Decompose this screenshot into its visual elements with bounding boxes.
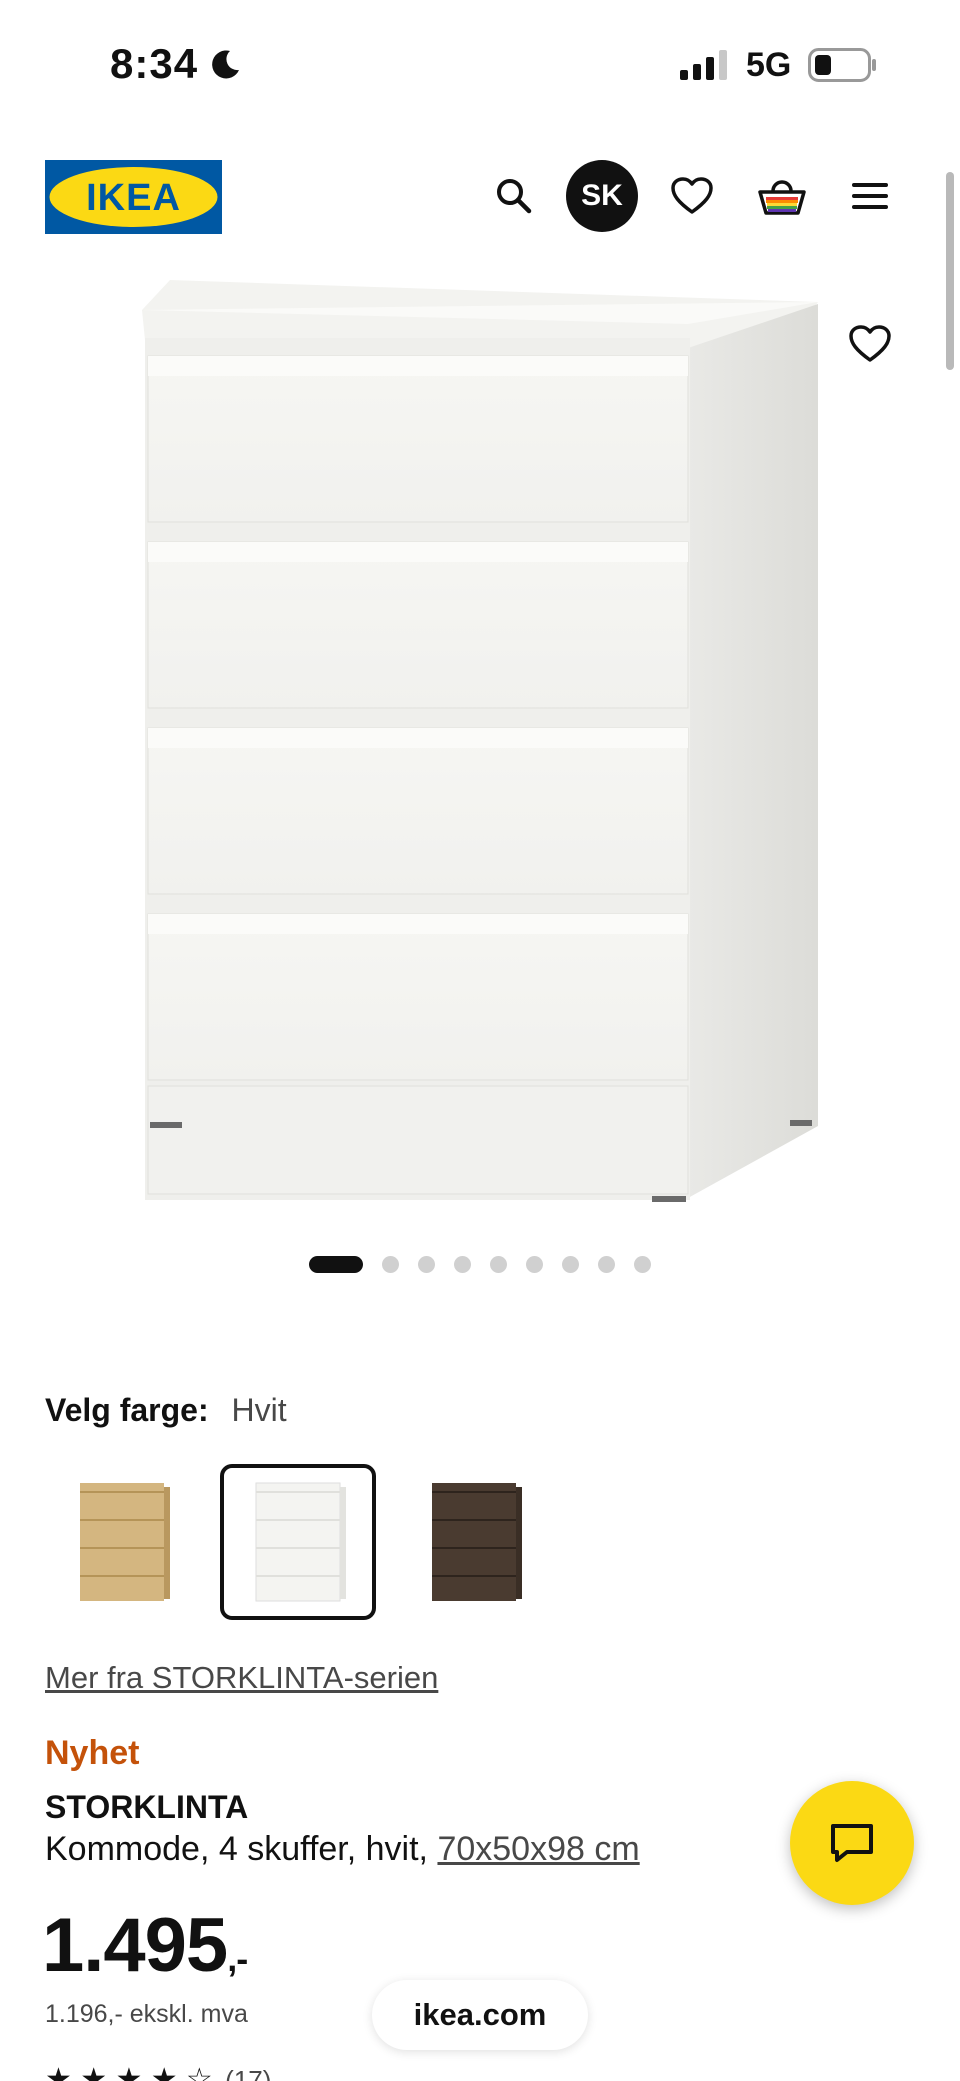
- heart-icon: [849, 325, 891, 362]
- color-selector-heading: Velg farge: Hvit: [45, 1392, 287, 1429]
- ikea-logo[interactable]: IKEA: [45, 160, 222, 234]
- chat-bubble-icon: [831, 1824, 873, 1862]
- series-link[interactable]: Mer fra STORKLINTA-serien: [45, 1660, 438, 1696]
- product-rating[interactable]: ★ ★ ★ ★ ☆ (17): [45, 2062, 271, 2081]
- color-swatch-white[interactable]: [220, 1464, 376, 1620]
- carousel-dot[interactable]: [562, 1255, 579, 1273]
- carousel-dot[interactable]: [382, 1255, 399, 1273]
- color-value: Hvit: [231, 1392, 287, 1428]
- dark-brown-dresser-thumbnail: [432, 1483, 522, 1601]
- status-bar: 8:34 5G: [0, 0, 960, 130]
- search-button[interactable]: [478, 160, 550, 232]
- heart-icon: [671, 177, 713, 214]
- carousel-dot[interactable]: [634, 1255, 651, 1273]
- status-time: 8:34: [110, 40, 199, 87]
- color-label: Velg farge:: [45, 1392, 209, 1428]
- battery-icon: [808, 48, 876, 82]
- search-icon: [497, 179, 532, 214]
- color-swatch-oak[interactable]: [44, 1464, 200, 1620]
- profile-avatar[interactable]: SK: [566, 160, 638, 232]
- price-excl-vat: 1.196,- ekskl. mva: [45, 2000, 248, 2028]
- cart-button[interactable]: [746, 160, 818, 232]
- network-type: 5G: [746, 46, 792, 84]
- carousel-indicator[interactable]: [0, 1252, 960, 1276]
- white-dresser-thumbnail: [255, 1482, 346, 1602]
- color-swatch-dark-brown[interactable]: [396, 1464, 552, 1620]
- chat-button[interactable]: [790, 1781, 914, 1905]
- svg-text:IKEA: IKEA: [86, 177, 181, 219]
- rating-stars: ★ ★ ★ ★ ☆: [45, 2063, 213, 2081]
- carousel-dot[interactable]: [418, 1255, 435, 1273]
- menu-button[interactable]: [834, 160, 906, 232]
- product-description-text: Kommode, 4 skuffer, hvit,: [45, 1830, 428, 1868]
- image-favourite-button[interactable]: [836, 310, 904, 378]
- price-value: 1.495: [42, 1903, 228, 1988]
- product-price: 1.495,-: [42, 1902, 248, 1989]
- carousel-dot[interactable]: [526, 1255, 543, 1273]
- carousel-dot[interactable]: [490, 1255, 507, 1273]
- browser-url-bar[interactable]: ikea.com: [372, 1980, 588, 2050]
- shopping-bag-icon: [758, 180, 806, 215]
- product-dimensions-link[interactable]: 70x50x98 cm: [437, 1830, 639, 1868]
- carousel-dot[interactable]: [598, 1255, 615, 1273]
- site-header: IKEA SK: [0, 150, 960, 250]
- price-suffix: ,-: [227, 1938, 248, 1979]
- rating-count: (17): [225, 2065, 272, 2081]
- signal-icon: [680, 50, 727, 80]
- product-description: Kommode, 4 skuffer, hvit, 70x50x98 cm: [45, 1830, 640, 1869]
- carousel-dot-active[interactable]: [309, 1255, 363, 1273]
- hamburger-menu-icon: [852, 183, 888, 209]
- new-badge: Nyhet: [45, 1734, 140, 1772]
- oak-dresser-thumbnail: [80, 1483, 170, 1601]
- carousel-dot[interactable]: [454, 1255, 471, 1273]
- moon-icon: [212, 50, 239, 79]
- product-image[interactable]: [0, 260, 960, 1220]
- product-name: STORKLINTA: [45, 1789, 249, 1825]
- favourites-button[interactable]: [656, 160, 728, 232]
